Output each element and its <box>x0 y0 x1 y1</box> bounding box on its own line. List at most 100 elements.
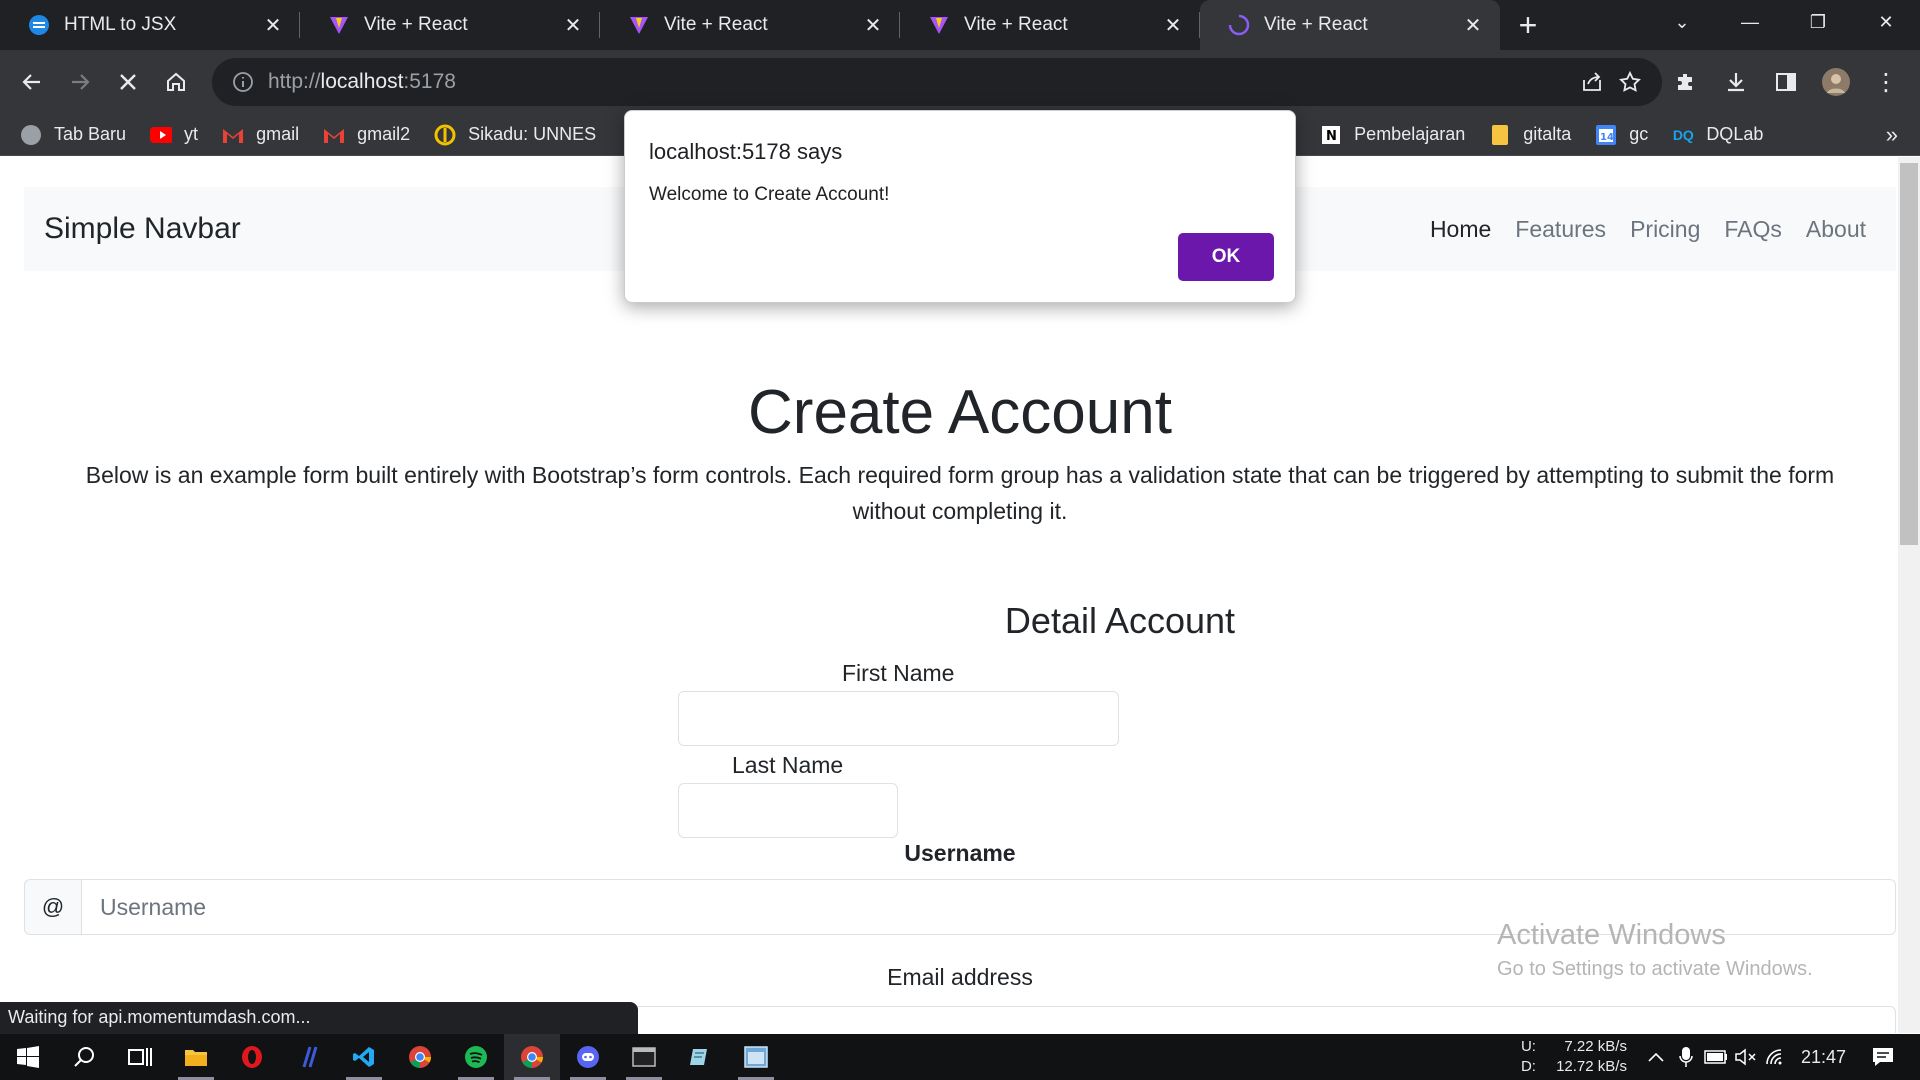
bookmark-label: gc <box>1629 124 1649 144</box>
side-panel-icon[interactable] <box>1762 58 1810 106</box>
bookmark-item[interactable]: 14 gc <box>1595 124 1648 146</box>
bookmark-label: gmail2 <box>357 124 411 144</box>
ok-button[interactable]: OK <box>1178 233 1274 281</box>
microphone-icon[interactable] <box>1673 1034 1699 1080</box>
system-tray: U: D: 7.22 kB/s 12.72 kB/s 21:47 <box>1521 1034 1920 1080</box>
opera-icon[interactable] <box>224 1034 280 1080</box>
tab-title: Vite + React <box>364 14 468 35</box>
extensions-icon[interactable] <box>1662 58 1710 106</box>
browser-tab[interactable]: Vite + React ✕ <box>300 0 600 50</box>
tab-title: HTML to JSX <box>64 14 177 35</box>
svg-text:N: N <box>1326 129 1337 144</box>
window-app-icon[interactable] <box>728 1034 784 1080</box>
last-name-input[interactable] <box>678 783 898 838</box>
globe-icon <box>20 124 42 146</box>
close-tab-icon[interactable]: ✕ <box>562 14 584 37</box>
slash-app-icon[interactable] <box>280 1034 336 1080</box>
search-icon[interactable] <box>56 1034 112 1080</box>
download-icon[interactable] <box>1712 58 1760 106</box>
speaker-muted-icon[interactable] <box>1733 1034 1759 1080</box>
wifi-icon[interactable] <box>1763 1034 1789 1080</box>
gmail-icon <box>323 124 345 146</box>
battery-icon[interactable] <box>1703 1034 1729 1080</box>
nav-link-pricing[interactable]: Pricing <box>1630 216 1700 243</box>
browser-status-bubble: Waiting for api.momentumdash.com... <box>0 1002 638 1034</box>
back-icon[interactable] <box>8 58 56 106</box>
browser-tab[interactable]: Vite + React ✕ <box>600 0 900 50</box>
file-explorer-icon[interactable] <box>168 1034 224 1080</box>
bookmark-label: DQLab <box>1706 124 1764 144</box>
bookmark-item[interactable]: gmail <box>222 124 299 146</box>
nav-link-faqs[interactable]: FAQs <box>1724 216 1782 243</box>
terminal-icon[interactable] <box>616 1034 672 1080</box>
bookmarks-overflow-icon[interactable]: » <box>1886 122 1898 148</box>
chrome-icon[interactable] <box>504 1034 560 1080</box>
browser-tab-active[interactable]: Vite + React ✕ <box>1200 0 1500 50</box>
share-icon[interactable] <box>1580 70 1604 94</box>
url-host: localhost <box>320 70 404 93</box>
navbar-brand[interactable]: Simple Navbar <box>44 212 241 246</box>
bookmark-item[interactable]: Sikadu: UNNES <box>434 124 596 146</box>
vite-icon <box>928 14 950 36</box>
clock[interactable]: 21:47 <box>1801 1047 1846 1068</box>
nav-link-features[interactable]: Features <box>1515 216 1606 243</box>
tab-search-icon[interactable]: ⌄ <box>1648 0 1716 44</box>
chrome-icon[interactable] <box>392 1034 448 1080</box>
page-scrollbar[interactable] <box>1898 157 1920 1033</box>
bookmark-item[interactable]: yt <box>150 124 198 146</box>
bookmark-item[interactable]: Tab Baru <box>20 124 126 146</box>
windows-start-icon[interactable] <box>0 1034 56 1080</box>
close-tab-icon[interactable]: ✕ <box>862 14 884 37</box>
notifications-icon[interactable] <box>1870 1034 1896 1080</box>
bookmark-item[interactable]: N Pembelajaran <box>1320 124 1465 146</box>
chevron-up-icon[interactable] <box>1643 1034 1669 1080</box>
browser-tab[interactable]: Vite + React ✕ <box>900 0 1200 50</box>
close-window-icon[interactable]: ✕ <box>1852 0 1920 44</box>
vscode-icon[interactable] <box>336 1034 392 1080</box>
page-lead: Below is an example form built entirely … <box>30 457 1890 529</box>
close-tab-icon[interactable]: ✕ <box>262 14 284 37</box>
nav-link-home[interactable]: Home <box>1430 216 1491 243</box>
last-name-label: Last Name <box>732 752 844 778</box>
unnes-icon <box>434 124 456 146</box>
more-menu-icon[interactable]: ⋮ <box>1862 58 1910 106</box>
network-speed: U: D: 7.22 kB/s 12.72 kB/s <box>1521 1037 1643 1077</box>
home-icon[interactable] <box>152 58 200 106</box>
upload-speed: 7.22 kB/s <box>1564 1038 1627 1055</box>
first-name-label: First Name <box>842 660 955 686</box>
first-name-input[interactable] <box>678 691 1119 746</box>
dialog-message: Welcome to Create Account! <box>649 184 890 205</box>
star-bookmark-icon[interactable] <box>1618 70 1642 94</box>
bookmark-label: yt <box>184 124 199 144</box>
stop-loading-icon[interactable] <box>104 58 152 106</box>
vite-icon <box>328 14 350 36</box>
discord-icon[interactable] <box>560 1034 616 1080</box>
url-scheme: http:// <box>268 70 321 93</box>
folder-icon <box>1489 124 1511 146</box>
forward-icon[interactable] <box>56 58 104 106</box>
tab-strip: HTML to JSX ✕ Vite + React ✕ Vite + Reac… <box>0 0 1920 50</box>
calendar-icon: 14 <box>1595 124 1617 146</box>
bookmark-item[interactable]: DQ DQLab <box>1672 124 1764 146</box>
restore-icon[interactable]: ❐ <box>1784 0 1852 44</box>
browser-tab[interactable]: HTML to JSX ✕ <box>0 0 300 50</box>
info-icon[interactable] <box>232 71 254 93</box>
task-view-icon[interactable] <box>112 1034 168 1080</box>
minimize-icon[interactable]: — <box>1716 0 1784 44</box>
download-speed: 12.72 kB/s <box>1556 1058 1627 1075</box>
nav-link-about[interactable]: About <box>1806 216 1866 243</box>
notes-icon[interactable] <box>672 1034 728 1080</box>
avatar[interactable] <box>1812 58 1860 106</box>
scrollbar-thumb[interactable] <box>1900 163 1918 545</box>
bookmark-label: gmail <box>256 124 300 144</box>
bookmark-item[interactable]: gmail2 <box>323 124 410 146</box>
spotify-icon[interactable] <box>448 1034 504 1080</box>
bookmark-item[interactable]: gitalta <box>1489 124 1571 146</box>
bookmark-label: Sikadu: UNNES <box>468 124 597 144</box>
bookmark-label: Pembelajaran <box>1354 124 1466 144</box>
close-tab-icon[interactable]: ✕ <box>1462 14 1484 37</box>
new-tab-button[interactable]: + <box>1500 0 1556 50</box>
close-tab-icon[interactable]: ✕ <box>1162 14 1184 37</box>
address-bar[interactable]: http://localhost:5178 <box>212 58 1662 106</box>
bookmark-label: Tab Baru <box>54 124 127 144</box>
